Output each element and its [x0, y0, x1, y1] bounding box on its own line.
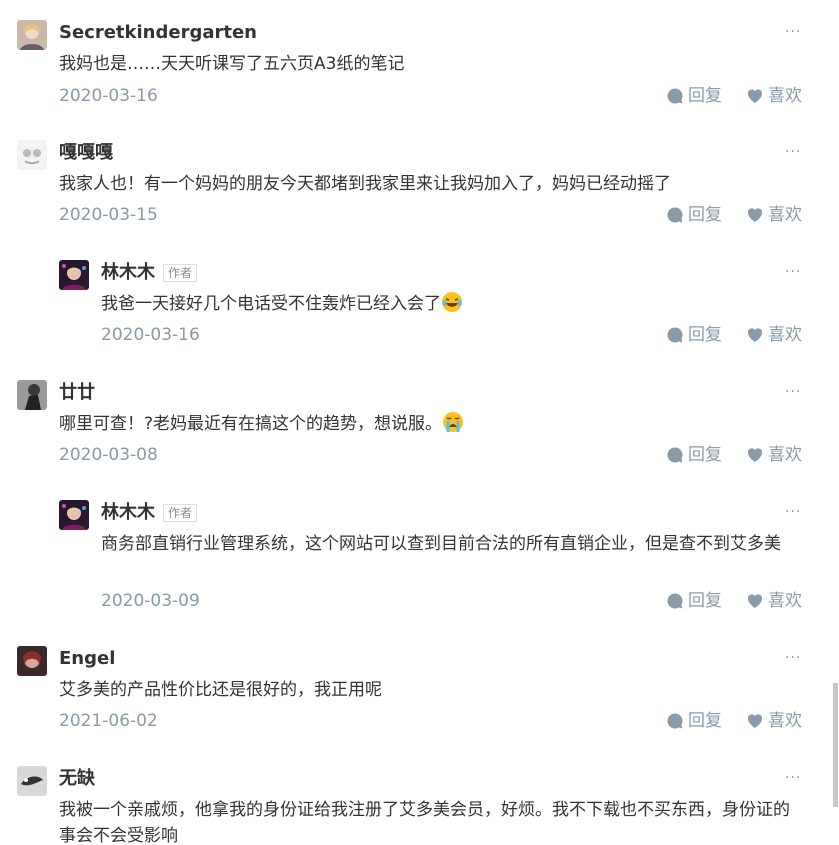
heart-icon [746, 712, 764, 730]
comment-text-content: 哪里可查！?老妈最近有在搞这个的趋势，想说服。 [59, 414, 443, 434]
reply-label: 回复 [688, 591, 722, 611]
comment-date: 2020-03-15 [59, 205, 158, 225]
like-label: 喜欢 [768, 591, 802, 611]
reply-button[interactable]: 回复 [666, 203, 722, 227]
more-options-icon[interactable]: ··· [785, 264, 801, 280]
more-options-icon[interactable]: ··· [785, 770, 801, 786]
comment-author[interactable]: 林木木 作者 [101, 261, 198, 285]
reply-icon [666, 446, 684, 464]
like-button[interactable]: 喜欢 [746, 203, 802, 227]
comment-text: 我家人也！有一个妈妈的朋友今天都堵到我家里来让我妈加入了，妈妈已经动摇了 [59, 174, 671, 194]
like-button[interactable]: 喜欢 [746, 589, 802, 613]
more-options-icon[interactable]: ··· [785, 504, 801, 520]
avatar[interactable] [59, 500, 89, 530]
reply-icon [666, 712, 684, 730]
reply-icon [666, 87, 684, 105]
comment-text: 我妈也是……天天听课写了五六页A3纸的笔记 [59, 54, 405, 74]
author-badge: 作者 [163, 504, 198, 522]
like-button[interactable]: 喜欢 [746, 709, 802, 733]
comment-date: 2021-06-02 [59, 711, 158, 731]
like-button[interactable]: 喜欢 [746, 84, 802, 108]
reply-label: 回复 [688, 86, 722, 106]
reply-icon [666, 206, 684, 224]
comment-author[interactable]: 嘎嘎嘎 [59, 141, 113, 165]
avatar[interactable] [17, 20, 47, 50]
author-badge: 作者 [163, 264, 198, 282]
like-label: 喜欢 [768, 711, 802, 731]
comment-text: 哪里可查！?老妈最近有在搞这个的趋势，想说服。 [59, 411, 464, 437]
like-label: 喜欢 [768, 325, 802, 345]
comment-text-content: 我爸一天接好几个电话受不住轰炸已经入会了 [101, 294, 441, 314]
heart-icon [746, 87, 764, 105]
avatar[interactable] [59, 260, 89, 290]
comment-text: 我被一个亲戚烦，他拿我的身份证给我注册了艾多美会员，好烦。我不下载也不买东西，身… [59, 800, 790, 845]
author-name: 林木木 [101, 502, 155, 523]
avatar[interactable] [17, 380, 47, 410]
comment-author[interactable]: 无缺 [59, 767, 95, 791]
scrollbar-thumb[interactable] [833, 683, 838, 807]
heart-icon [746, 326, 764, 344]
crying-emoji-icon [443, 412, 464, 432]
reply-label: 回复 [688, 325, 722, 345]
comment-text: 商务部直销行业管理系统，这个网站可以查到目前合法的所有直销企业，但是查不到艾多美 [101, 534, 781, 554]
reply-label: 回复 [688, 205, 722, 225]
comment-text: 我爸一天接好几个电话受不住轰炸已经入会了 [101, 291, 463, 317]
reply-icon [666, 326, 684, 344]
comment-author[interactable]: Secretkindergarten [59, 21, 257, 45]
comment-author[interactable]: 廿廿 [59, 381, 95, 405]
reply-button[interactable]: 回复 [666, 443, 722, 467]
avatar[interactable] [17, 766, 47, 796]
author-name: 林木木 [101, 262, 155, 283]
reply-icon [666, 592, 684, 610]
more-options-icon[interactable]: ··· [785, 24, 801, 40]
more-options-icon[interactable]: ··· [785, 144, 801, 160]
reply-button[interactable]: 回复 [666, 709, 722, 733]
like-button[interactable]: 喜欢 [746, 443, 802, 467]
heart-icon [746, 206, 764, 224]
reply-label: 回复 [688, 445, 722, 465]
comment-text: 艾多美的产品性价比还是很好的，我正用呢 [59, 680, 382, 700]
like-button[interactable]: 喜欢 [746, 323, 802, 347]
comment-date: 2020-03-16 [101, 325, 200, 345]
avatar[interactable] [17, 140, 47, 170]
reply-label: 回复 [688, 711, 722, 731]
laughing-tears-emoji-icon [442, 292, 462, 312]
more-options-icon[interactable]: ··· [785, 650, 801, 666]
like-label: 喜欢 [768, 205, 802, 225]
reply-button[interactable]: 回复 [666, 323, 722, 347]
like-label: 喜欢 [768, 86, 802, 106]
avatar[interactable] [17, 646, 47, 676]
comment-date: 2020-03-16 [59, 86, 158, 106]
reply-button[interactable]: 回复 [666, 589, 722, 613]
like-label: 喜欢 [768, 445, 802, 465]
heart-icon [746, 446, 764, 464]
more-options-icon[interactable]: ··· [785, 384, 801, 400]
comment-date: 2020-03-08 [59, 445, 158, 465]
reply-button[interactable]: 回复 [666, 84, 722, 108]
heart-icon [746, 592, 764, 610]
comment-author[interactable]: 林木木 作者 [101, 501, 198, 525]
comment-date: 2020-03-09 [101, 591, 200, 611]
comment-author[interactable]: Engel [59, 647, 115, 671]
